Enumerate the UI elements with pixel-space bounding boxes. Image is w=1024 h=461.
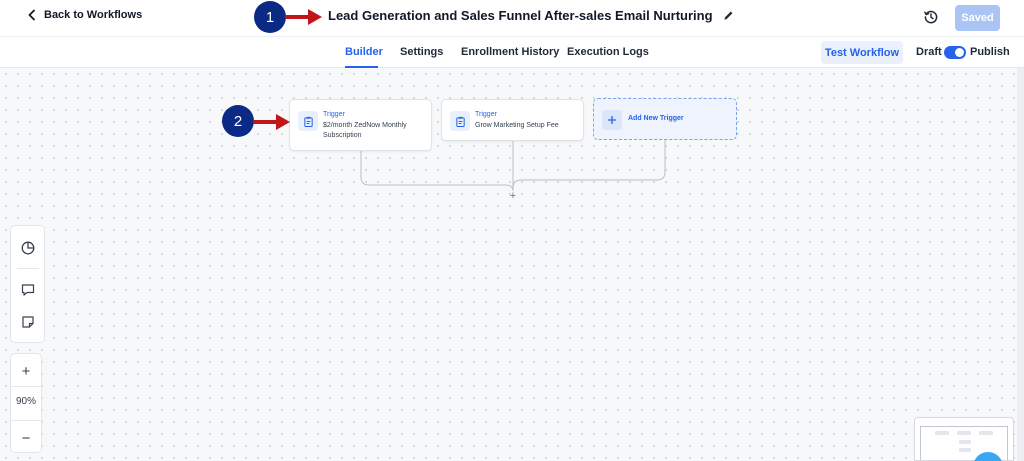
annotation-badge-2: 2: [222, 105, 254, 137]
workflow-title-area: Lead Generation and Sales Funnel After-s…: [328, 8, 734, 23]
trigger-type-label: Trigger: [323, 111, 345, 118]
top-header: Back to Workflows Lead Generation and Sa…: [0, 0, 1024, 36]
canvas-scrollbar[interactable]: [1017, 68, 1024, 461]
zoom-divider: [11, 420, 41, 421]
trigger-type-label: Trigger: [475, 111, 497, 118]
tab-bar: Builder Settings Enrollment History Exec…: [0, 36, 1024, 68]
tab-builder[interactable]: Builder: [345, 46, 383, 58]
tab-enrollment-history[interactable]: Enrollment History: [461, 46, 559, 58]
zoom-level: 90%: [15, 396, 36, 407]
zoom-controls: + 90% −: [10, 353, 42, 453]
trigger-node-1[interactable]: Trigger $2/month ZedNow Monthly Subscrip…: [289, 99, 432, 151]
tab-execution-logs[interactable]: Execution Logs: [567, 46, 649, 58]
minimap-node: [935, 431, 949, 435]
add-new-trigger-button[interactable]: Add New Trigger: [593, 98, 737, 140]
minimap-node: [959, 440, 971, 444]
toggle-knob: [955, 48, 964, 57]
minimap-node: [957, 431, 971, 435]
minimap-node: [979, 431, 993, 435]
history-icon[interactable]: [923, 9, 939, 25]
comment-icon[interactable]: [20, 282, 36, 298]
annotation-arrow-1: [285, 9, 322, 25]
publish-label: Publish: [970, 46, 1010, 58]
minimap-node: [959, 448, 971, 452]
saved-button[interactable]: Saved: [955, 5, 1000, 31]
trigger-name: Grow Marketing Setup Fee: [475, 122, 559, 129]
sticky-note-icon[interactable]: [20, 314, 36, 330]
publish-toggle[interactable]: [944, 46, 966, 59]
zoom-out-button[interactable]: −: [11, 427, 41, 449]
back-label: Back to Workflows: [44, 9, 143, 21]
annotation-badge-1: 1: [254, 1, 286, 33]
draft-label: Draft: [916, 46, 942, 58]
tab-settings[interactable]: Settings: [400, 46, 443, 58]
chevron-left-icon: [28, 9, 35, 21]
add-step-plus[interactable]: +: [508, 190, 518, 202]
back-to-workflows-button[interactable]: Back to Workflows: [26, 9, 142, 21]
plus-icon: [602, 110, 622, 130]
trigger-node-2[interactable]: Trigger Grow Marketing Setup Fee: [441, 99, 584, 141]
pencil-icon[interactable]: [723, 10, 734, 21]
workflow-title: Lead Generation and Sales Funnel After-s…: [328, 8, 713, 23]
trigger-name: $2/month ZedNow Monthly Subscription: [323, 122, 407, 139]
minimap[interactable]: [914, 417, 1014, 461]
toolbox-divider: [17, 268, 39, 269]
zoom-in-button[interactable]: +: [11, 360, 41, 382]
clipboard-icon: [450, 111, 470, 131]
annotation-arrow-2: [253, 114, 290, 130]
test-workflow-button[interactable]: Test Workflow: [821, 41, 903, 64]
canvas-toolbox: [10, 225, 45, 343]
zoom-divider: [11, 386, 41, 387]
pie-chart-icon[interactable]: [20, 240, 36, 256]
clipboard-icon: [298, 111, 318, 131]
add-new-trigger-label: Add New Trigger: [628, 115, 684, 122]
